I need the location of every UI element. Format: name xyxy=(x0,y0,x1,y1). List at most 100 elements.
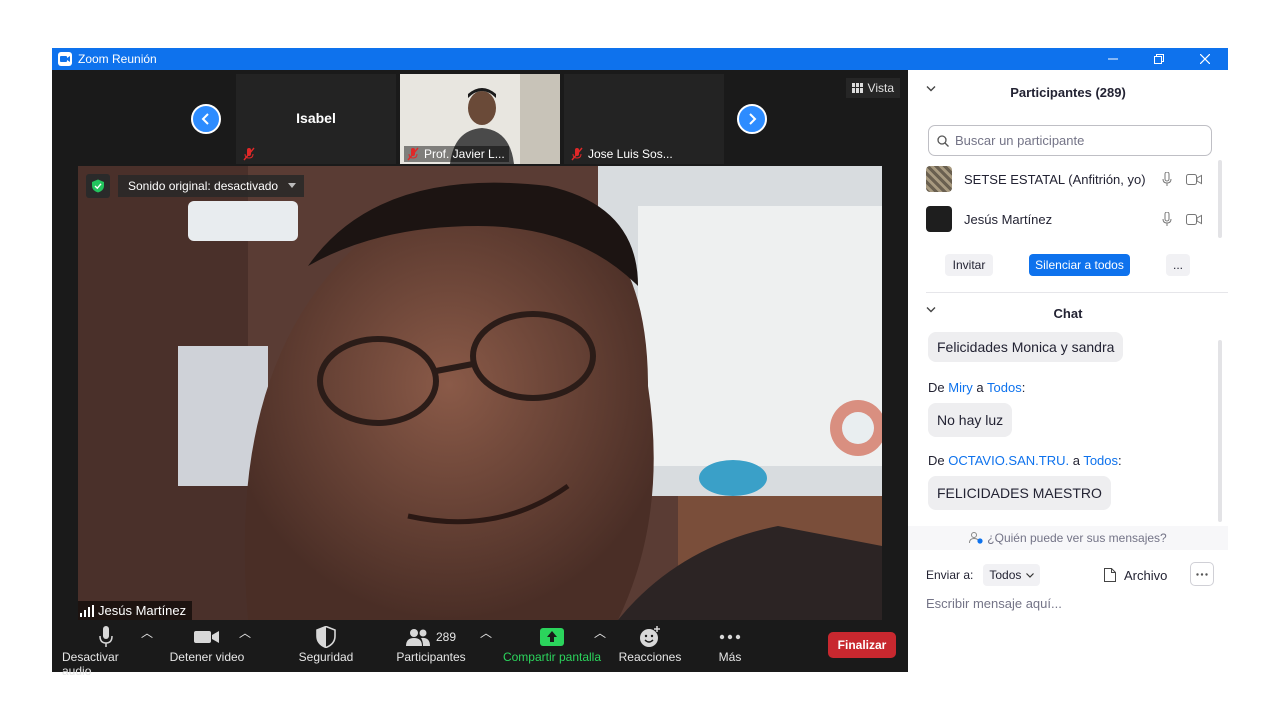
view-label: Vista xyxy=(867,81,894,95)
security-button[interactable]: Seguridad xyxy=(292,624,360,664)
speaker-video-frame xyxy=(78,166,882,620)
next-page-button[interactable] xyxy=(737,104,767,134)
chat-message-bubble: Felicidades Monica y sandra xyxy=(928,332,1124,362)
participant-tile-jose-luis[interactable]: Jose Luis Sos... xyxy=(564,74,724,164)
participant-search-input[interactable]: Buscar un participante xyxy=(928,125,1212,156)
muted-mic-icon xyxy=(243,147,255,161)
chat-message-input[interactable] xyxy=(926,592,1216,614)
chat-sender[interactable]: OCTAVIO.SAN.TRU. xyxy=(948,453,1069,468)
video-camera-icon[interactable] xyxy=(1186,174,1202,185)
chevron-right-icon xyxy=(749,113,757,125)
participant-row[interactable]: SETSE ESTATAL (Anfitrión, yo) xyxy=(926,165,1206,193)
prev-page-button[interactable] xyxy=(191,104,221,134)
reactions-label: Reacciones xyxy=(618,650,682,664)
video-camera-icon xyxy=(194,631,219,643)
send-to-label: Enviar a: xyxy=(926,568,974,582)
share-options-caret[interactable]: ︿ xyxy=(594,624,606,641)
participant-tile-javier[interactable]: Prof. Javier L... xyxy=(400,74,560,164)
participant-name: Jesús Martínez xyxy=(964,211,1053,227)
tile-muted-badge xyxy=(240,146,264,162)
original-sound-control: Sonido original: desactivado xyxy=(86,174,305,198)
active-speaker-video: Sonido original: desactivado Jesús Martí… xyxy=(78,166,882,620)
restore-button[interactable] xyxy=(1136,48,1182,70)
share-screen-button[interactable]: Compartir pantalla xyxy=(502,624,602,664)
participant-name: SETSE ESTATAL (Anfitrión, yo) xyxy=(964,171,1146,187)
send-to-row: Enviar a: Todos Archivo xyxy=(926,562,1216,588)
chat-message-meta: De Miry a Todos: xyxy=(928,380,1026,395)
meeting-toolbar: Desactivar audio ︿ Detener video ︿ Segur… xyxy=(52,620,908,678)
participants-more-button[interactable]: ... xyxy=(1166,254,1190,276)
original-sound-dropdown[interactable]: Sonido original: desactivado xyxy=(118,175,305,197)
more-button[interactable]: Más xyxy=(706,624,754,664)
smiley-add-icon xyxy=(640,626,660,647)
more-dots-icon xyxy=(719,634,741,640)
participant-row[interactable]: Jesús Martínez xyxy=(926,205,1206,233)
participants-options-caret[interactable]: ︿ xyxy=(480,624,492,641)
share-screen-icon xyxy=(540,628,564,646)
chat-sender[interactable]: Miry xyxy=(948,380,973,395)
more-dots-icon xyxy=(1196,572,1208,576)
chat-title: Chat xyxy=(1053,305,1083,321)
microphone-icon xyxy=(99,626,113,647)
minimize-button[interactable] xyxy=(1090,48,1136,70)
tile-name-badge: Prof. Javier L... xyxy=(404,146,509,162)
file-button[interactable]: Archivo xyxy=(1104,562,1167,588)
side-panel: Participantes (289) Buscar un participan… xyxy=(908,70,1228,672)
view-button[interactable]: Vista xyxy=(845,78,900,98)
chat-more-button[interactable] xyxy=(1190,562,1214,586)
chat-message-meta: De OCTAVIO.SAN.TRU. a Todos: xyxy=(928,453,1122,468)
mute-all-button[interactable]: Silenciar a todos xyxy=(1029,254,1130,276)
chat-recipient: Todos xyxy=(1083,453,1119,468)
tile-name-label: Prof. Javier L... xyxy=(424,147,505,161)
user-visibility-icon xyxy=(969,532,983,544)
speaker-name-badge: Jesús Martínez xyxy=(78,601,193,620)
meeting-area: Isabel Prof. Javier L... Jose Luis Sos..… xyxy=(52,70,908,678)
who-can-see-label: ¿Quién puede ver sus mensajes? xyxy=(987,531,1167,545)
encryption-badge xyxy=(86,174,110,198)
end-meeting-button[interactable]: Finalizar xyxy=(828,632,896,658)
chevron-left-icon xyxy=(201,113,209,125)
participant-search-placeholder: Buscar un participante xyxy=(955,133,1085,148)
stop-video-button[interactable]: Detener video xyxy=(166,624,248,664)
tile-name-center: Isabel xyxy=(296,110,336,126)
avatar xyxy=(926,166,952,192)
close-button[interactable] xyxy=(1182,48,1228,70)
chevron-down-icon xyxy=(1026,572,1035,578)
search-icon xyxy=(937,134,949,147)
microphone-icon[interactable] xyxy=(1162,212,1172,227)
shield-check-icon xyxy=(92,179,104,193)
zoom-app-icon xyxy=(58,52,72,66)
tile-name-badge: Jose Luis Sos... xyxy=(568,146,677,162)
reactions-button[interactable]: Reacciones xyxy=(618,624,682,664)
security-label: Seguridad xyxy=(298,650,354,664)
participants-title: Participantes (289) xyxy=(1010,84,1126,100)
participants-button[interactable]: 289 Participantes xyxy=(392,624,470,664)
zoom-window: Zoom Reunión Isabel Prof. Javier L... Jo… xyxy=(52,48,1228,678)
chat-scrollbar[interactable] xyxy=(1218,340,1222,522)
participants-label: Participantes xyxy=(396,650,466,664)
chevron-down-icon[interactable] xyxy=(926,307,936,313)
invite-button[interactable]: Invitar xyxy=(945,254,993,276)
shield-icon xyxy=(316,626,336,648)
microphone-icon[interactable] xyxy=(1162,172,1172,187)
audio-options-caret[interactable]: ︿ xyxy=(141,624,153,641)
chat-message-bubble: No hay luz xyxy=(928,403,1013,437)
muted-mic-icon xyxy=(407,147,419,161)
participant-tile-isabel[interactable]: Isabel xyxy=(236,74,396,164)
window-title: Zoom Reunión xyxy=(78,52,157,66)
recipient-select[interactable]: Todos xyxy=(983,564,1041,586)
participants-icon xyxy=(405,629,430,646)
signal-strength-icon xyxy=(80,604,94,617)
chevron-down-icon[interactable] xyxy=(926,86,936,92)
who-can-see-messages-link[interactable]: ¿Quién puede ver sus mensajes? xyxy=(908,526,1228,550)
tile-name-label: Jose Luis Sos... xyxy=(588,147,673,161)
caret-down-icon xyxy=(288,183,297,188)
original-sound-label: Sonido original: desactivado xyxy=(128,179,279,193)
mute-audio-button[interactable]: Desactivar audio xyxy=(62,624,150,678)
speaker-name-label: Jesús Martínez xyxy=(98,603,187,618)
participants-scrollbar[interactable] xyxy=(1218,160,1222,238)
video-camera-icon[interactable] xyxy=(1186,214,1202,225)
participants-count: 289 xyxy=(435,630,457,644)
muted-mic-icon xyxy=(571,147,583,161)
video-options-caret[interactable]: ︿ xyxy=(239,624,251,641)
